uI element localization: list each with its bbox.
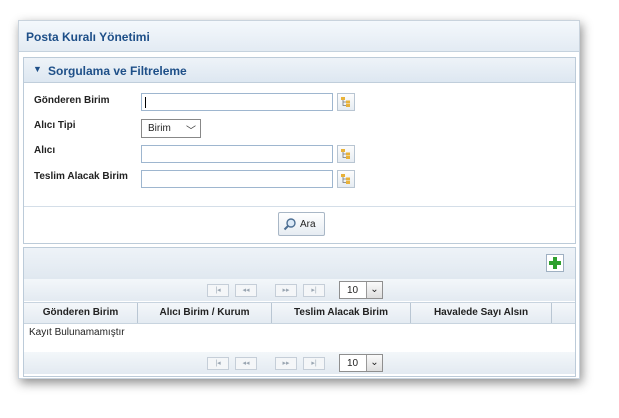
column-header[interactable]: Alıcı Birim / Kurum [138, 303, 272, 323]
next-page-icon[interactable]: ▸▸ [275, 284, 297, 297]
alici-tipi-select[interactable]: Birim ﹀ [141, 119, 201, 138]
alici-tipi-value: Birim [148, 123, 171, 134]
page-size-select[interactable]: 10 ⌄ [339, 281, 383, 299]
magnifier-icon [283, 218, 296, 231]
top-pager: |◂ ◂◂ ▸▸ ▸| 10 ⌄ [24, 279, 575, 301]
chevron-down-icon: ⌄ [366, 355, 382, 371]
column-header[interactable]: Havalede Sayı Alsın [411, 303, 552, 323]
filter-panel-header[interactable]: ▼ Sorgulama ve Filtreleme [24, 58, 575, 83]
chevron-down-icon: ⌄ [366, 282, 382, 298]
chevron-down-icon: ﹀ [186, 126, 196, 137]
grid-toolbar [24, 248, 575, 280]
last-page-icon[interactable]: ▸| [303, 357, 325, 370]
results-grid: |◂ ◂◂ ▸▸ ▸| 10 ⌄ Gönderen Birim Alıcı Bi… [23, 247, 576, 377]
column-header[interactable]: Gönderen Birim [24, 303, 138, 323]
first-page-icon[interactable]: |◂ [207, 284, 229, 297]
gonderen-birim-input[interactable] [141, 93, 333, 111]
table-header: Gönderen Birim Alıcı Birim / Kurum Tesli… [24, 302, 575, 324]
tree-lookup-icon [341, 97, 350, 107]
tree-lookup-icon [341, 149, 350, 159]
last-page-icon[interactable]: ▸| [303, 284, 325, 297]
search-button[interactable]: Ara [278, 212, 325, 236]
page-title: Posta Kuralı Yönetimi [26, 30, 150, 44]
bottom-pager: |◂ ◂◂ ▸▸ ▸| 10 ⌄ [24, 352, 575, 374]
alici-input[interactable] [141, 145, 333, 163]
empty-message: Kayıt Bulunamamıştır [29, 327, 125, 338]
filter-panel: ▼ Sorgulama ve Filtreleme Gönderen Birim… [23, 57, 576, 244]
first-page-icon[interactable]: |◂ [207, 357, 229, 370]
add-button[interactable] [546, 254, 564, 272]
page-size-value: 10 [347, 358, 359, 369]
teslim-alacak-birim-input[interactable] [141, 170, 333, 188]
next-page-icon[interactable]: ▸▸ [275, 357, 297, 370]
page-size-select[interactable]: 10 ⌄ [339, 354, 383, 372]
teslim-alacak-birim-label: Teslim Alacak Birim [34, 171, 128, 182]
text-cursor [145, 97, 146, 108]
alici-lookup-button[interactable] [337, 145, 355, 163]
posta-kurali-window: Posta Kuralı Yönetimi ▼ Sorgulama ve Fil… [18, 20, 580, 379]
plus-icon [549, 257, 561, 269]
alici-tipi-label: Alıcı Tipi [34, 120, 76, 131]
page-size-value: 10 [347, 285, 359, 296]
prev-page-icon[interactable]: ◂◂ [235, 357, 257, 370]
collapse-triangle-icon[interactable]: ▼ [33, 64, 42, 74]
title-bar: Posta Kuralı Yönetimi [19, 21, 579, 52]
teslim-alacak-birim-lookup-button[interactable] [337, 170, 355, 188]
gonderen-birim-lookup-button[interactable] [337, 93, 355, 111]
prev-page-icon[interactable]: ◂◂ [235, 284, 257, 297]
search-button-label: Ara [300, 219, 316, 230]
column-header[interactable]: Teslim Alacak Birim [272, 303, 411, 323]
tree-lookup-icon [341, 174, 350, 184]
gonderen-birim-label: Gönderen Birim [34, 95, 110, 106]
alici-label: Alıcı [34, 145, 56, 156]
panel-divider [24, 206, 575, 207]
filter-panel-title: Sorgulama ve Filtreleme [48, 64, 187, 78]
